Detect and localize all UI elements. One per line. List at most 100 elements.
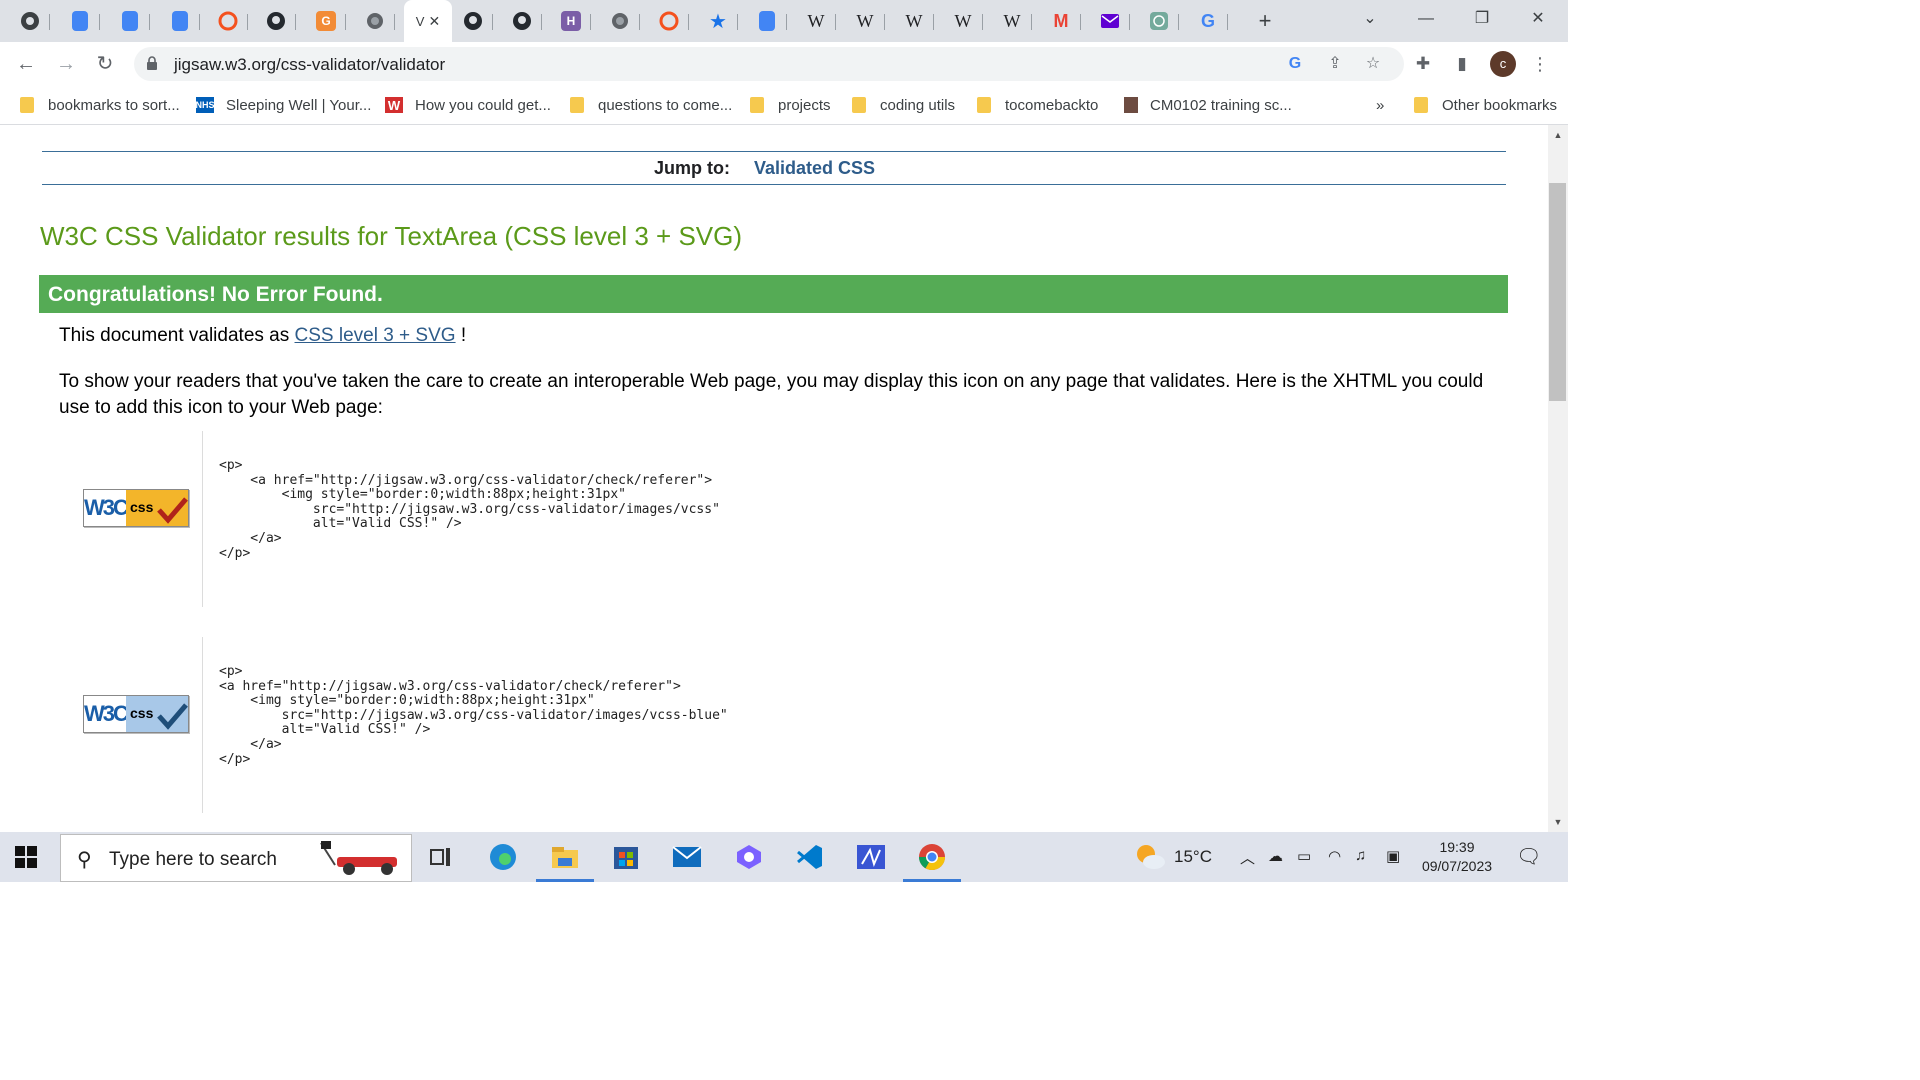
- battery-icon[interactable]: ▭: [1297, 847, 1311, 865]
- scrollbar-thumb[interactable]: [1549, 183, 1566, 401]
- css-badge-panel: css: [126, 696, 188, 732]
- tab[interactable]: W: [894, 4, 934, 38]
- close-window-button[interactable]: ✕: [1520, 6, 1556, 32]
- w3c-logo-text: W3C: [84, 696, 129, 732]
- bookmark-folder[interactable]: questions to come...: [570, 95, 732, 115]
- bookmark-folder[interactable]: projects: [750, 95, 831, 115]
- show-hidden-icons-chevron-icon[interactable]: ︿: [1240, 847, 1255, 868]
- folder-icon: [20, 97, 34, 113]
- tab[interactable]: [1139, 4, 1179, 38]
- vscode-icon[interactable]: [793, 840, 827, 874]
- tab[interactable]: [649, 4, 689, 38]
- windows-start-icon[interactable]: [14, 845, 38, 869]
- bookmark-label: How you could get...: [415, 96, 551, 114]
- bookmark-folder[interactable]: tocomebackto: [977, 95, 1098, 115]
- scroll-up-icon[interactable]: ▲: [1548, 127, 1568, 143]
- jump-to-bar: Jump to: Validated CSS: [42, 151, 1506, 185]
- microsoft-store-icon[interactable]: [609, 840, 643, 874]
- tab[interactable]: [747, 4, 787, 38]
- minimize-button[interactable]: —: [1408, 6, 1444, 32]
- tab[interactable]: [1090, 4, 1130, 38]
- tab[interactable]: ★: [698, 4, 738, 38]
- meet-now-icon[interactable]: ▣: [1386, 847, 1400, 865]
- valid-css-badge-blue[interactable]: W3C css: [83, 695, 189, 733]
- temperature-text[interactable]: 15°C: [1174, 847, 1212, 867]
- bookmark-label: Sleeping Well | Your...: [226, 96, 372, 114]
- tab[interactable]: M: [1041, 4, 1081, 38]
- folder-icon: [570, 97, 584, 113]
- more-menu-icon[interactable]: ⋮: [1530, 50, 1550, 78]
- tab[interactable]: [10, 4, 50, 38]
- chrome-taskbar-icon[interactable]: [903, 840, 961, 882]
- google-lens-icon[interactable]: G: [1284, 53, 1306, 75]
- taskbar-clock[interactable]: 19:39 09/07/2023: [1414, 838, 1500, 876]
- weather-sun-cloud-icon[interactable]: [1134, 842, 1166, 870]
- url-text[interactable]: jigsaw.w3.org/css-validator/validator: [174, 55, 445, 75]
- task-view-icon[interactable]: [424, 840, 458, 874]
- vertical-scrollbar[interactable]: ▲ ▼: [1548, 125, 1568, 832]
- lock-icon[interactable]: [146, 56, 158, 70]
- address-bar[interactable]: jigsaw.w3.org/css-validator/validator G …: [134, 47, 1404, 81]
- g-orange-icon: G: [316, 11, 336, 31]
- bookmark-link[interactable]: W How you could get...: [385, 95, 551, 115]
- tab[interactable]: [160, 4, 200, 38]
- extensions-puzzle-icon[interactable]: ✚: [1411, 52, 1435, 76]
- tab[interactable]: G: [306, 4, 346, 38]
- tab[interactable]: W: [796, 4, 836, 38]
- microsoft-365-icon[interactable]: [732, 840, 766, 874]
- tab[interactable]: [453, 4, 493, 38]
- tab[interactable]: [208, 4, 248, 38]
- edge-icon[interactable]: [486, 840, 520, 874]
- xhtml-code-blue[interactable]: <p> <a href="http://jigsaw.w3.org/css-va…: [219, 664, 728, 767]
- tab[interactable]: W: [845, 4, 885, 38]
- wifi-icon[interactable]: ◠: [1328, 847, 1341, 865]
- file-explorer-icon[interactable]: [536, 840, 594, 882]
- tab[interactable]: [355, 4, 395, 38]
- google-docs-icon: [72, 11, 88, 31]
- onedrive-cloud-icon[interactable]: ☁: [1268, 847, 1283, 865]
- tab[interactable]: W: [992, 4, 1032, 38]
- back-button[interactable]: ←: [12, 50, 40, 78]
- share-icon[interactable]: ⇪: [1324, 53, 1346, 75]
- tab-active[interactable]: V ✕: [404, 0, 452, 42]
- close-icon[interactable]: ✕: [428, 13, 440, 30]
- valid-css-badge-gold[interactable]: W3C css: [83, 489, 189, 527]
- mail-icon[interactable]: [670, 840, 704, 874]
- profile-avatar[interactable]: c: [1490, 51, 1516, 77]
- tab[interactable]: [60, 4, 100, 38]
- reload-button[interactable]: ↻: [91, 50, 119, 78]
- volume-icon[interactable]: ♫: [1355, 847, 1366, 864]
- bookmark-folder[interactable]: coding utils: [852, 95, 955, 115]
- new-tab-button[interactable]: +: [1252, 8, 1278, 34]
- wikipedia-icon: W: [807, 10, 825, 31]
- validated-css-link[interactable]: Validated CSS: [754, 158, 875, 179]
- tab-search-chevron-icon[interactable]: ⌄: [1352, 6, 1388, 32]
- tab[interactable]: W: [943, 4, 983, 38]
- globe-icon: [612, 13, 628, 29]
- tab[interactable]: [600, 4, 640, 38]
- tab[interactable]: G: [1188, 4, 1228, 38]
- side-panel-icon[interactable]: ▮: [1450, 52, 1474, 76]
- forward-button[interactable]: →: [52, 50, 80, 78]
- tab[interactable]: H: [551, 4, 591, 38]
- bookmark-link[interactable]: CM0102 training sc...: [1124, 95, 1292, 115]
- bookmark-folder[interactable]: bookmarks to sort...: [20, 95, 180, 115]
- tab[interactable]: [110, 4, 150, 38]
- bookmark-link[interactable]: NHS Sleeping Well | Your...: [196, 95, 372, 115]
- tab[interactable]: [502, 4, 542, 38]
- icon-instructions: To show your readers that you've taken t…: [59, 371, 1484, 418]
- other-bookmarks-folder[interactable]: Other bookmarks: [1414, 95, 1557, 115]
- taskbar-search-box[interactable]: ⚲ Type here to search: [60, 834, 412, 882]
- bookmark-label: coding utils: [880, 96, 956, 114]
- tab[interactable]: [256, 4, 296, 38]
- css-level-link[interactable]: CSS level 3 + SVG: [295, 325, 456, 346]
- restore-button[interactable]: ❐: [1464, 6, 1500, 32]
- scroll-down-icon[interactable]: ▼: [1548, 814, 1568, 830]
- page-title: W3C CSS Validator results for TextArea (…: [40, 221, 743, 251]
- notifications-icon[interactable]: 🗨: [1516, 844, 1541, 869]
- yahoo-mail-icon: [1101, 14, 1119, 28]
- xhtml-code-gold[interactable]: <p> <a href="http://jigsaw.w3.org/css-va…: [219, 458, 720, 561]
- powerapps-icon[interactable]: [854, 840, 888, 874]
- bookmarks-overflow-button[interactable]: »: [1376, 95, 1384, 115]
- bookmark-star-icon[interactable]: ☆: [1362, 53, 1384, 75]
